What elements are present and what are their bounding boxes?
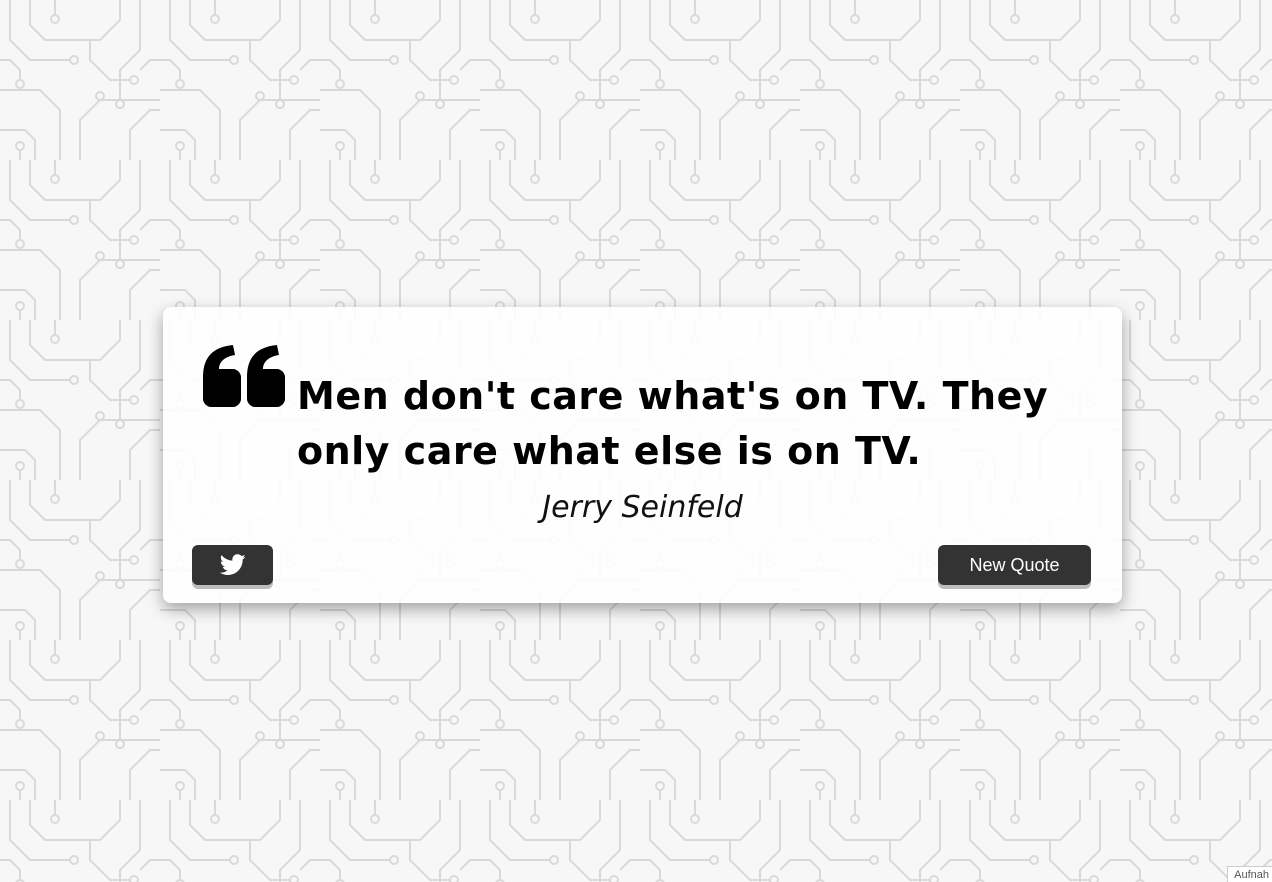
- twitter-icon: [219, 554, 246, 575]
- quote-text: Men don't care what's on TV. They only c…: [297, 374, 1049, 473]
- tweet-button[interactable]: [192, 545, 273, 585]
- quote-left-icon: [203, 345, 285, 407]
- new-quote-button[interactable]: New Quote: [938, 545, 1091, 585]
- corner-label: Aufnah: [1227, 866, 1272, 882]
- quote-author: Jerry Seinfeld: [542, 490, 743, 525]
- quote-row: Men don't care what's on TV. They only c…: [199, 343, 1089, 479]
- quote-card: Men don't care what's on TV. They only c…: [163, 307, 1122, 603]
